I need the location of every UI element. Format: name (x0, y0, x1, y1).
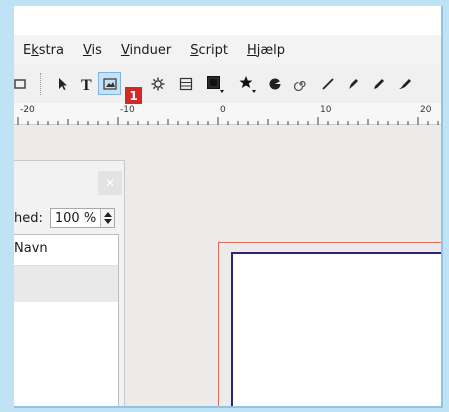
opacity-spinbox[interactable]: 100 % (49, 208, 115, 228)
canvas-area[interactable]: ✕ hed: 100 % Navn (14, 125, 441, 406)
ruler-label: 20 (420, 105, 432, 115)
layers-dock-panel: ✕ hed: 100 % Navn (14, 160, 125, 406)
tools-toolbar: T (14, 65, 441, 103)
layers-list[interactable]: Navn (14, 234, 119, 406)
menu-vinduer[interactable]: Vinduer (121, 43, 171, 58)
spin-buttons[interactable] (99, 209, 114, 227)
ruler-label: -20 (20, 105, 35, 115)
calligraphy-tool-icon[interactable] (393, 72, 416, 95)
svg-text:T: T (81, 77, 92, 91)
inkscape-window: Ekstra Vis Vinduer Script Hjælp T -20 -1… (14, 6, 443, 408)
image-tool-icon[interactable] (98, 72, 121, 95)
horizontal-ruler[interactable]: -20 -10 0 10 20 (14, 103, 441, 125)
gear-tool-icon[interactable] (146, 72, 169, 95)
toolbar-separator (40, 73, 41, 95)
spin-down-icon[interactable] (103, 219, 112, 224)
list-tool-icon[interactable] (174, 72, 197, 95)
page-area[interactable] (231, 252, 441, 406)
partial-tool-icon[interactable] (14, 72, 31, 95)
menu-ekstra[interactable]: Ekstra (23, 43, 64, 58)
menu-script[interactable]: Script (190, 43, 228, 58)
ruler-label: 0 (220, 105, 226, 115)
ruler-label: 10 (320, 105, 332, 115)
menu-vis[interactable]: Vis (83, 43, 102, 58)
layer-row[interactable] (14, 266, 118, 302)
line-tool-icon[interactable] (316, 72, 339, 95)
title-bar (14, 6, 441, 35)
opacity-row: hed: 100 % (14, 208, 115, 228)
star-tool-icon[interactable] (236, 72, 259, 95)
circle-tool-icon[interactable] (263, 72, 286, 95)
rectangle-tool-icon[interactable] (203, 72, 226, 95)
selector-arrow-icon[interactable] (50, 72, 73, 95)
spin-up-icon[interactable] (103, 212, 112, 217)
opacity-label: hed: (14, 210, 43, 226)
pencil-tool-icon[interactable] (367, 72, 390, 95)
text-tool-icon[interactable]: T (74, 72, 97, 95)
menu-hjaelp[interactable]: Hjælp (247, 43, 285, 58)
close-icon[interactable]: ✕ (98, 171, 122, 195)
spiral-tool-icon[interactable] (289, 72, 312, 95)
ruler-label: -10 (120, 105, 135, 115)
pen-tool-icon[interactable] (341, 72, 364, 95)
step-callout-badge: 1 (125, 87, 142, 104)
opacity-value: 100 % (54, 210, 97, 226)
ruler-ticks (17, 117, 439, 125)
layers-column-header: Navn (14, 235, 118, 266)
menu-bar: Ekstra Vis Vinduer Script Hjælp (14, 35, 441, 65)
